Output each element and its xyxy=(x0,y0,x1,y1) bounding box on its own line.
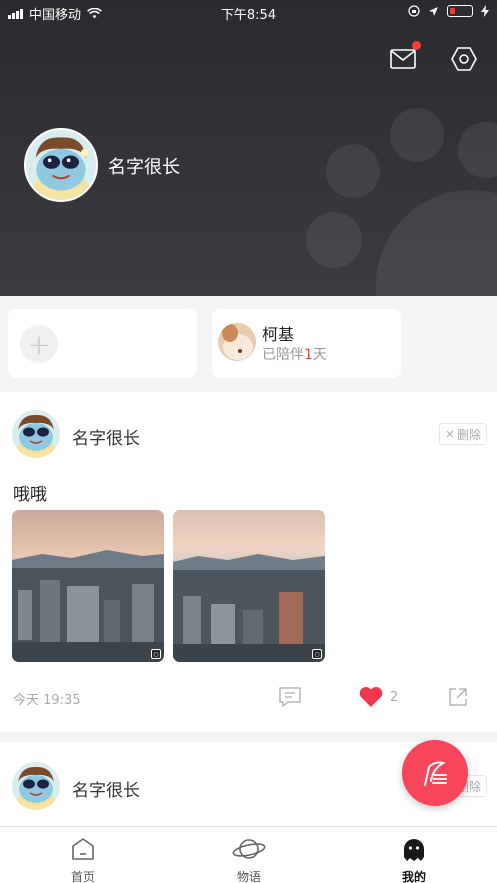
pet-avatar xyxy=(218,323,256,361)
comment-icon xyxy=(279,687,301,707)
post-author-name: 名字很长 xyxy=(72,781,140,801)
location-icon xyxy=(429,6,438,16)
profile-icon xyxy=(404,839,424,861)
profile-header: 中国移动 下午8:54 名字很长 xyxy=(0,0,497,296)
post-author-name: 名字很长 xyxy=(72,429,140,449)
decor-circle xyxy=(390,108,444,162)
share-button[interactable] xyxy=(447,685,469,709)
pet-list: + 柯基 已陪伴1天 xyxy=(0,296,497,392)
planet-icon xyxy=(232,839,266,859)
post-time: 今天 19:35 xyxy=(13,693,81,708)
comment-button[interactable] xyxy=(278,685,302,709)
decor-circle xyxy=(376,190,497,296)
post-photo[interactable]: ○ xyxy=(173,510,325,662)
post-photo[interactable]: ○ xyxy=(12,510,164,662)
feed-post: 名字很长 × 删除 哦哦 ○ ○ 今天 19:35 2 xyxy=(0,392,497,732)
home-icon xyxy=(72,838,94,860)
delete-label: 删除 xyxy=(456,427,481,442)
heart-icon xyxy=(359,687,383,707)
battery-icon xyxy=(447,5,473,17)
post-author-avatar[interactable] xyxy=(12,410,60,458)
tab-label: 我的 xyxy=(401,870,426,883)
close-icon: × xyxy=(444,427,455,441)
status-bar: 中国移动 下午8:54 xyxy=(0,0,497,24)
decor-circle xyxy=(306,212,362,268)
charging-icon xyxy=(481,5,489,17)
tab-bar: 首页 物语 我的 xyxy=(0,826,497,883)
tab-label: 首页 xyxy=(70,870,95,883)
add-pet-card[interactable]: + xyxy=(8,309,197,378)
new-post-button[interactable] xyxy=(402,740,468,806)
live-photo-icon: ○ xyxy=(312,649,322,659)
mail-icon xyxy=(390,49,416,69)
messages-button[interactable] xyxy=(389,41,421,73)
plus-icon: + xyxy=(20,325,58,363)
city-photo xyxy=(12,510,164,662)
quill-icon xyxy=(424,761,447,786)
city-photo xyxy=(173,510,325,662)
decor-circle xyxy=(326,144,380,198)
dog-photo xyxy=(218,323,256,361)
profile-avatar[interactable] xyxy=(24,128,98,202)
profile-name: 名字很长 xyxy=(108,157,180,178)
post-text: 哦哦 xyxy=(13,485,47,505)
settings-icon xyxy=(451,47,477,71)
pet-days: 已陪伴1天 xyxy=(262,347,327,363)
notification-dot xyxy=(412,41,421,50)
cartoon-avatar-image xyxy=(12,762,60,810)
settings-button[interactable] xyxy=(450,45,478,73)
post-author-avatar[interactable] xyxy=(12,762,60,810)
pet-name: 柯基 xyxy=(262,325,295,344)
tab-home[interactable]: 首页 xyxy=(33,835,133,883)
orientation-lock-icon xyxy=(408,5,420,17)
delete-button[interactable]: × 删除 xyxy=(438,423,487,445)
tab-mine[interactable]: 我的 xyxy=(364,835,464,883)
cartoon-avatar-image xyxy=(26,130,96,200)
tab-label: 物语 xyxy=(236,870,261,883)
cartoon-avatar-image xyxy=(12,410,60,458)
live-photo-icon: ○ xyxy=(151,649,161,659)
like-count: 2 xyxy=(390,689,399,705)
share-icon xyxy=(449,688,467,706)
pet-card[interactable]: 柯基 已陪伴1天 xyxy=(212,309,401,378)
tab-stories[interactable]: 物语 xyxy=(199,835,299,883)
decor-circle xyxy=(458,122,497,178)
like-button[interactable]: 2 xyxy=(358,685,398,709)
